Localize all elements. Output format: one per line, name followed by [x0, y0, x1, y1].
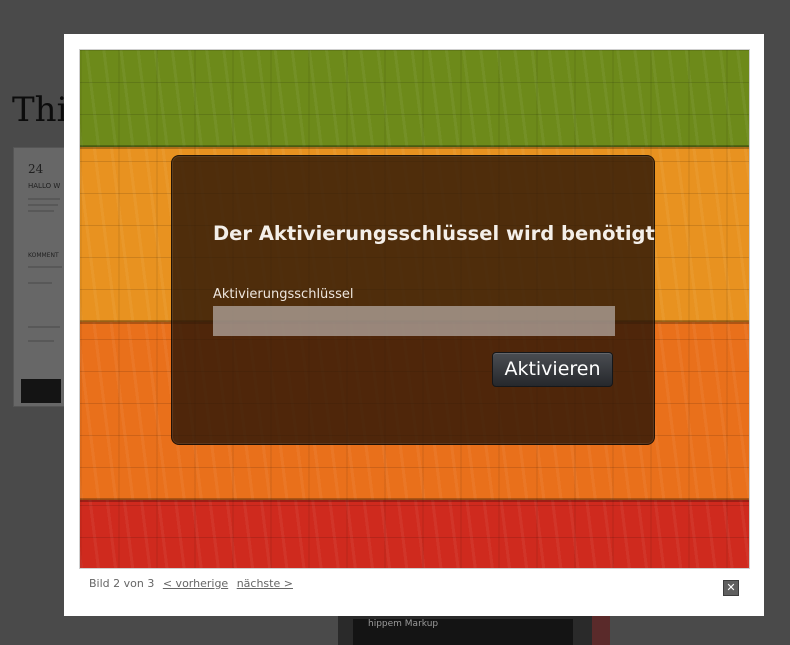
activation-key-input[interactable]: [213, 306, 615, 336]
activation-title: Der Aktivierungsschlüssel wird benötigt: [213, 222, 655, 245]
previous-link[interactable]: < vorherige: [163, 577, 228, 590]
background-post-card: 24 HALLO W KOMMENT: [13, 147, 69, 407]
lightbox-image: Der Aktivierungsschlüssel wird benötigt …: [79, 49, 750, 569]
background-footer-bar: [21, 379, 61, 403]
wood-plank-red: [80, 500, 749, 568]
activate-button[interactable]: Aktivieren: [492, 352, 613, 387]
background-text-line: [28, 326, 60, 328]
background-sidebar-accent: [592, 615, 610, 645]
activation-panel: Der Aktivierungsschlüssel wird benötigt …: [171, 155, 655, 445]
background-text-line: [28, 266, 62, 268]
lightbox: Der Aktivierungsschlüssel wird benötigt …: [64, 34, 764, 616]
lightbox-caption: Bild 2 von 3 < vorherige nächste >: [89, 577, 293, 590]
background-post-heading: HALLO W: [28, 182, 61, 190]
plank-divider: [80, 145, 749, 149]
background-text-line: [28, 198, 60, 200]
background-comments-heading: KOMMENT: [28, 252, 59, 259]
background-text-line: [28, 282, 52, 284]
background-sidebar-text: hippem Markup: [368, 619, 439, 629]
background-text-line: [28, 210, 54, 212]
plank-divider: [80, 498, 749, 502]
background-text-line: [28, 340, 54, 342]
background-post-date: 24: [28, 162, 44, 176]
wood-plank-green: [80, 50, 749, 147]
background-text-line: [28, 204, 58, 206]
background-page-title: Thi: [12, 90, 68, 130]
close-icon[interactable]: ✕: [723, 580, 739, 596]
next-link[interactable]: nächste >: [237, 577, 293, 590]
image-counter: Bild 2 von 3: [89, 577, 155, 590]
activation-key-label: Aktivierungsschlüssel: [213, 287, 354, 302]
